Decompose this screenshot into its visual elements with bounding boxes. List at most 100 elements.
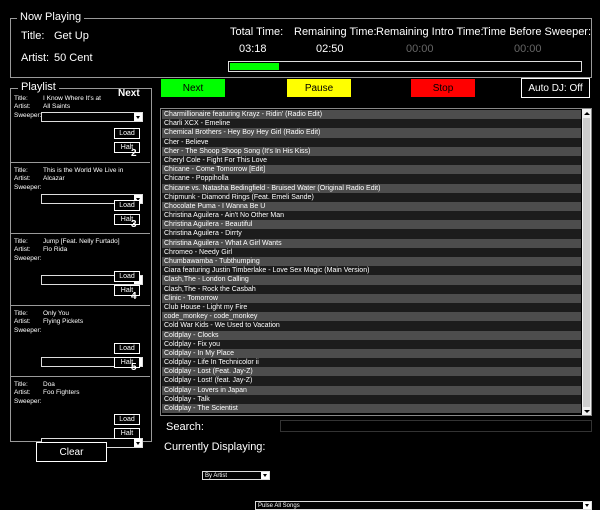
artist-value: 50 Cent [54,52,93,64]
currently-displaying-value: Pulse All Songs [258,503,300,509]
slot-sweeper-label: Sweeper: [14,327,42,334]
song-list-item[interactable]: Chromeo - Needy Girl [162,247,581,257]
auto-dj-button[interactable]: Auto DJ: Off [521,78,590,98]
search-mode-value: By Artist [205,473,228,479]
slot-title-value: Doa [43,381,55,388]
slot-sweeper-label: Sweeper: [14,112,42,119]
slot-artist-label: Artist: [14,318,31,325]
search-label: Search: [166,421,204,433]
song-list-item[interactable]: Christina Aguilera - Dirrty [162,229,581,239]
song-list-item[interactable]: Chicane - Come Tomorrow [Edit] [162,165,581,175]
slot-artist-value: Flying Pickets [43,318,84,325]
chevron-down-icon[interactable] [134,439,142,447]
chevron-down-icon[interactable] [583,502,591,509]
next-button[interactable]: Next [160,78,226,98]
search-input[interactable] [280,420,592,432]
slot-number: 3 [131,219,137,230]
song-list-item[interactable]: Clinic - Tomorrow [162,293,581,303]
now-playing-group-label: Now Playing [17,11,85,23]
song-list-item[interactable]: Chocolate Puma - I Wanna Be U [162,201,581,212]
slot-load-button[interactable]: Load [114,343,140,354]
song-list-item[interactable]: Club House - Light my Fire [162,302,581,313]
song-list-item[interactable]: Coldplay - Lost! (feat. Jay-Z) [162,376,581,386]
stop-button[interactable]: Stop [410,78,476,98]
song-list-item[interactable]: Cher - The Shoop Shoop Song (It's In His… [162,146,581,156]
currently-displaying-select[interactable]: Pulse All Songs [255,501,592,510]
slot-title-label: Title: [14,95,28,102]
remaining-intro-value: 00:00 [406,43,434,55]
slot-title-label: Title: [14,167,28,174]
slot-title-label: Title: [14,381,28,388]
slot-title-value: Jump [Feat. Nelly Furtado] [43,238,120,245]
slot-load-label: Load [119,273,135,280]
song-list-item[interactable]: Christina Aguilera - What A Girl Wants [162,238,581,248]
song-list-item[interactable]: Coldplay - Fix you [162,339,581,349]
song-list-item[interactable]: Cher - Believe [162,137,581,147]
chevron-down-icon[interactable] [261,472,269,479]
track-progress-bar [228,61,582,72]
before-sweeper-label: Time Before Sweeper: [482,26,592,38]
song-list-item[interactable]: Coldplay - Lost (Feat. Jay-Z) [162,367,581,377]
slot-title-value: I Know Where It's at [43,95,101,102]
song-list-item[interactable]: Christina Aguilera - Ain't No Other Man [162,211,581,221]
song-list[interactable]: Charmillionaire featuring Krayz - Ridin'… [160,108,592,416]
artist-label: Artist: [21,52,50,64]
slot-sweeper-label: Sweeper: [14,398,42,405]
slot-artist-label: Artist: [14,103,31,110]
slot-load-button[interactable]: Load [114,414,140,425]
song-list-item[interactable]: Charli XCX - Emeline [162,119,581,129]
song-list-item[interactable]: Chicane vs. Natasha Bedingfield - Bruise… [162,183,581,193]
slot-load-label: Load [119,416,135,423]
clear-playlist-button[interactable]: Clear [36,442,107,462]
remaining-intro-label: Remaining Intro Time: [376,26,484,38]
slot-artist-label: Artist: [14,175,31,182]
slot-sweeper-label: Sweeper: [14,184,42,191]
stop-button-label: Stop [432,82,454,94]
scroll-thumb[interactable] [583,118,590,410]
song-list-item[interactable]: Chipmunk - Diamond Rings (Feat. Emeli Sa… [162,192,581,202]
slot-load-button[interactable]: Load [114,271,140,282]
song-list-item[interactable]: Coldplay - Life In Technicolor ii [162,358,581,368]
chevron-down-icon[interactable] [134,113,142,121]
slot-sweeper-select[interactable] [41,112,143,122]
slot-artist-value: Foo Fighters [43,389,80,396]
total-time-value: 03:18 [239,43,267,55]
song-list-item[interactable]: Charmillionaire featuring Krayz - Ridin'… [162,110,581,120]
song-list-item[interactable]: Clash,The - London Calling [162,275,581,285]
slot-number: 2 [131,148,137,159]
search-mode-select[interactable]: By Artist [202,471,270,480]
song-list-scrollbar[interactable] [582,109,591,415]
song-list-item[interactable]: Coldplay - The Scientist [162,404,581,414]
title-label: Title: [21,30,45,42]
track-progress-fill [230,63,279,70]
slot-title-value: This is the World We Live in [43,167,124,174]
song-list-item[interactable]: Clash,The - Rock the Casbah [162,284,581,294]
song-list-item[interactable]: Chemical Brothers - Hey Boy Hey Girl (Ra… [162,128,581,138]
remaining-time-label: Remaining Time: [294,26,377,38]
slot-number: 4 [131,291,137,302]
slot-artist-value: Alcazar [43,175,65,182]
song-list-item[interactable]: Coldplay - Clocks [162,330,581,340]
song-list-item[interactable]: code_monkey - code_monkey [162,312,581,322]
before-sweeper-value: 00:00 [514,43,542,55]
scroll-down-icon[interactable] [582,407,591,415]
song-list-item[interactable]: Cold War Kids - We Used to Vacation [162,321,581,331]
song-list-item[interactable]: Christina Aguilera - Beautiful [162,220,581,230]
title-value: Get Up [54,30,89,42]
scroll-up-icon[interactable] [582,109,591,117]
slot-load-button[interactable]: Load [114,200,140,211]
song-list-item[interactable]: Coldplay - In My Place [162,348,581,359]
currently-displaying-label: Currently Displaying: [164,441,266,453]
song-list-item[interactable]: Ciara featuring Justin Timberlake - Love… [162,266,581,276]
song-list-item[interactable]: Coldplay - Talk [162,394,581,404]
slot-load-button[interactable]: Load [114,128,140,139]
slot-halt-button[interactable]: Halt [114,428,140,439]
total-time-label: Total Time: [230,26,284,38]
song-list-item[interactable]: Chicane - Poppiholla [162,174,581,184]
song-list-item[interactable]: Chumbawamba - Tubthumping [162,257,581,267]
clear-button-label: Clear [59,446,84,458]
song-list-item[interactable]: Coldplay - Lovers in Japan [162,385,581,395]
pause-button[interactable]: Pause [286,78,352,98]
slot-artist-value: Flo Rida [43,246,68,253]
song-list-item[interactable]: Cheryl Cole - Fight For This Love [162,155,581,166]
